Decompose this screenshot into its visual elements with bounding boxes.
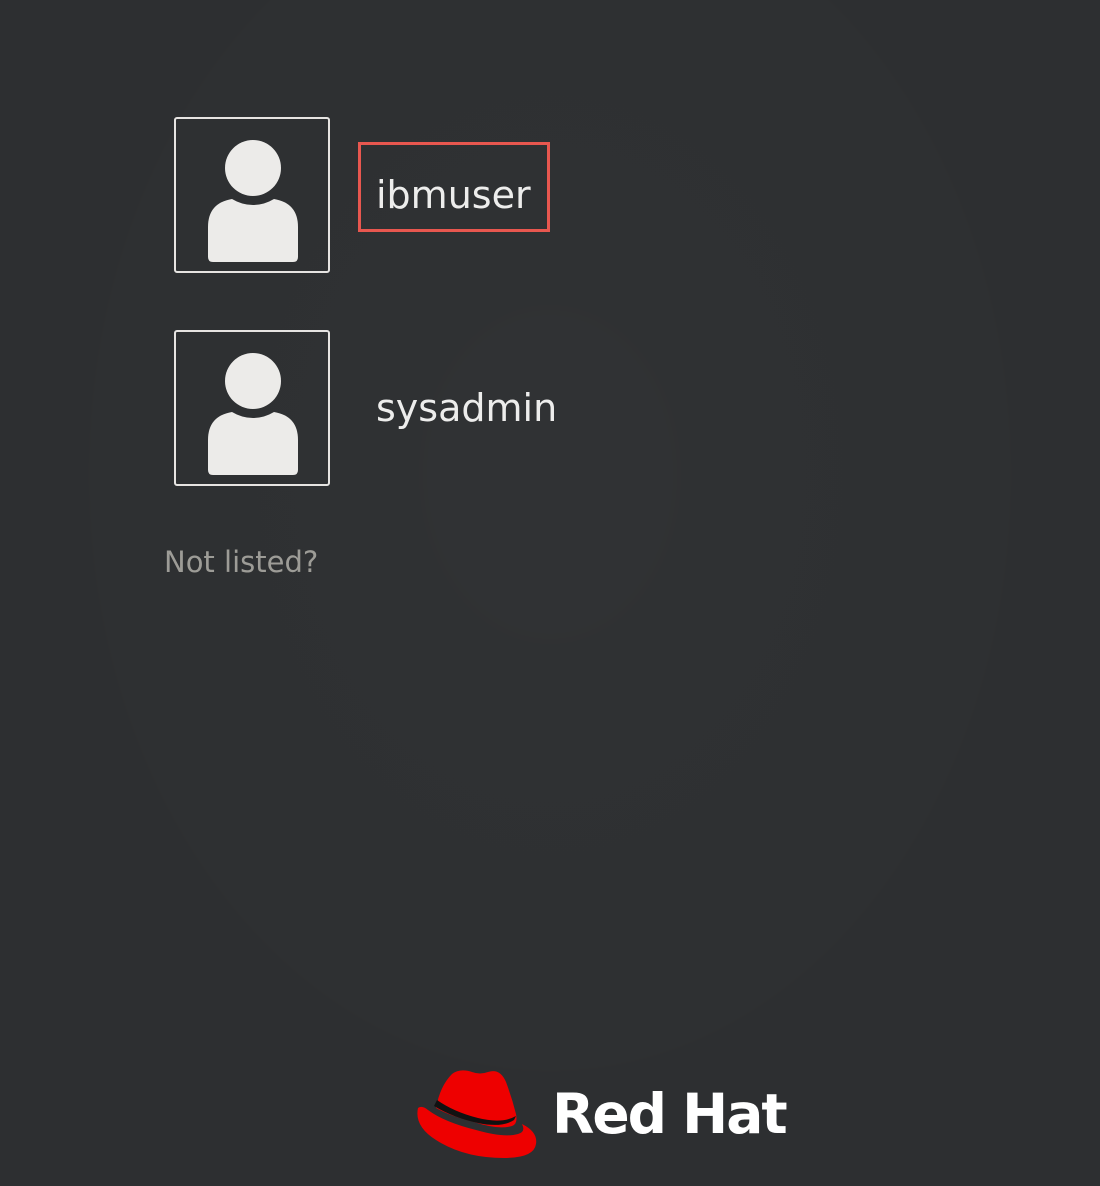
username-label[interactable]: ibmuser — [376, 173, 531, 217]
not-listed-link[interactable]: Not listed? — [164, 545, 318, 579]
username-label[interactable]: sysadmin — [376, 386, 557, 430]
user-list-item-ibmuser[interactable]: ibmuser — [174, 117, 531, 273]
brand-logo: Red Hat — [414, 1068, 788, 1160]
avatar[interactable] — [174, 117, 330, 273]
user-avatar-icon — [208, 353, 298, 475]
brand-name: Red Hat — [552, 1081, 788, 1146]
red-hat-fedora-icon — [417, 1070, 537, 1158]
login-screen: ibmuser sysadmin Not listed? Red Hat — [0, 0, 1100, 1186]
avatar[interactable] — [174, 330, 330, 486]
user-avatar-icon — [208, 140, 298, 262]
user-list-item-sysadmin[interactable]: sysadmin — [174, 330, 557, 486]
